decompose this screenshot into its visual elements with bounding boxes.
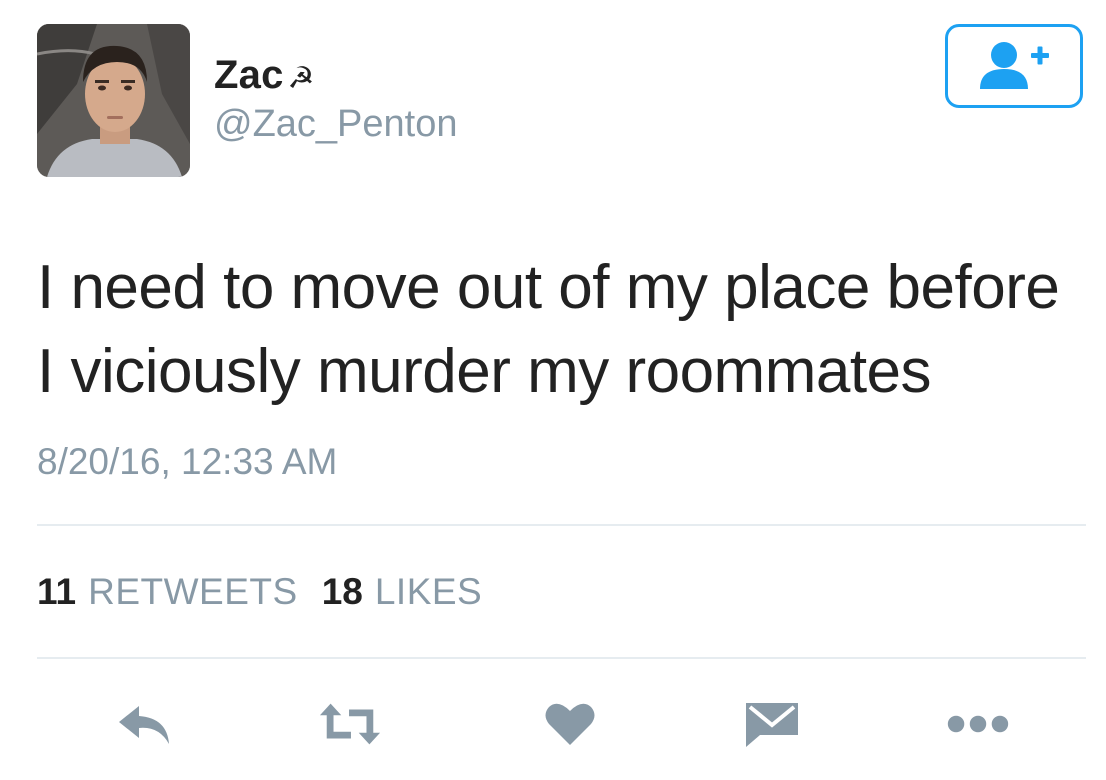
tweet-text: I need to move out of my place before I … <box>37 253 1060 406</box>
display-name-text: Zac <box>214 53 284 97</box>
divider <box>37 657 1086 659</box>
retweets-label: RETWEETS <box>88 571 298 612</box>
reply-icon <box>119 706 169 744</box>
like-button[interactable] <box>538 696 602 752</box>
direct-message-icon <box>746 703 798 747</box>
avatar[interactable] <box>37 24 190 177</box>
add-user-icon <box>980 42 1049 89</box>
divider <box>37 524 1086 526</box>
retweet-button[interactable] <box>318 696 382 752</box>
direct-message-button[interactable] <box>740 696 804 752</box>
more-icon <box>947 715 1009 733</box>
display-name[interactable]: Zac ☭ <box>214 52 315 102</box>
avatar-image <box>37 24 190 177</box>
retweets-count: 11 <box>37 571 77 612</box>
tweet-detail: Zac ☭ @Zac_Penton I need to move out of m… <box>0 0 1106 780</box>
follow-button[interactable] <box>945 24 1083 108</box>
heart-icon <box>545 703 595 745</box>
retweets-stat[interactable]: 11 RETWEETS <box>37 570 298 614</box>
user-handle[interactable]: @Zac_Penton <box>214 102 458 146</box>
retweet-icon <box>319 703 381 745</box>
tweet-stats: 11 RETWEETS 18 LIKES <box>37 570 482 614</box>
tweet-timestamp: 8/20/16, 12:33 AM <box>37 441 338 482</box>
likes-label: LIKES <box>374 571 483 612</box>
more-button[interactable] <box>946 696 1010 752</box>
hammer-sickle-emoji: ☭ <box>287 61 315 96</box>
reply-button[interactable] <box>112 696 176 752</box>
likes-count: 18 <box>321 571 363 612</box>
likes-stat[interactable]: 18 LIKES <box>322 570 483 614</box>
